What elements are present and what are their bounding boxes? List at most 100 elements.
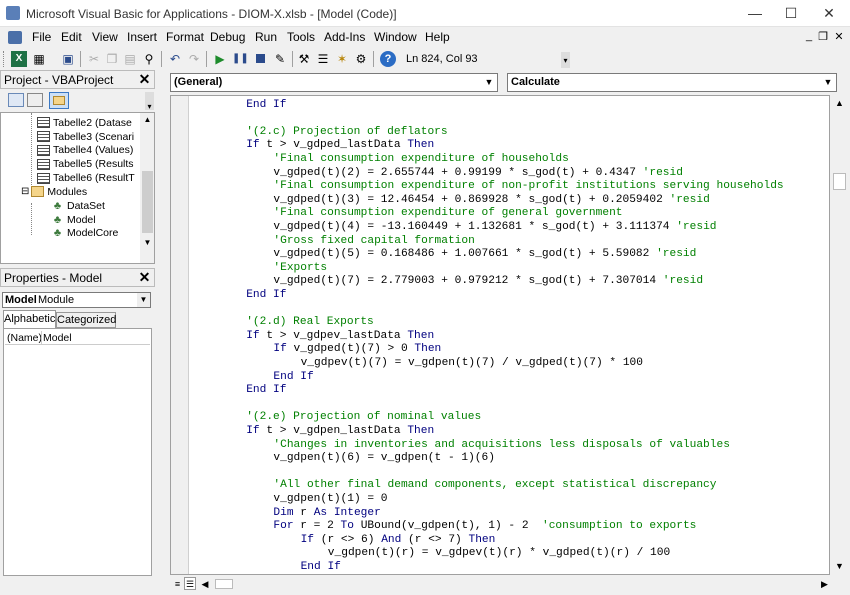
menu-run[interactable]: Run bbox=[255, 30, 277, 44]
code-vertical-scrollbar[interactable]: ▲ ▼ bbox=[831, 95, 848, 575]
scroll-down-icon[interactable]: ▼ bbox=[140, 236, 154, 250]
object-combo[interactable]: (General) ▼ bbox=[170, 73, 498, 92]
tree-item-tabelle3[interactable]: Tabelle3 (Scenari bbox=[37, 130, 135, 144]
find-icon[interactable]: ⚲ bbox=[141, 51, 157, 67]
tree-item-model[interactable]: ♣ Model bbox=[51, 213, 118, 227]
menu-add-ins[interactable]: Add-Ins bbox=[324, 30, 365, 44]
code-keyword: To bbox=[340, 520, 361, 533]
insert-userform-icon[interactable]: ▦ bbox=[31, 51, 47, 67]
menu-debug[interactable]: Debug bbox=[210, 30, 245, 44]
toolbar-overflow-icon[interactable]: ▾ bbox=[561, 52, 570, 68]
code-text: v_gdped(t)(5) = 0.168486 + 1.007661 * s_… bbox=[273, 248, 657, 261]
scroll-left-icon[interactable]: ◀ bbox=[198, 576, 212, 592]
object-browser-icon[interactable]: ✶ bbox=[334, 51, 350, 67]
close-window-button[interactable]: ✕ bbox=[810, 0, 848, 27]
full-module-view-icon[interactable]: ☰ bbox=[184, 577, 196, 590]
toolbar-separator bbox=[80, 51, 81, 67]
properties-window-icon[interactable]: ☰ bbox=[315, 51, 331, 67]
tree-item-dataset[interactable]: ♣ DataSet bbox=[51, 199, 118, 213]
maximize-button[interactable]: ☐ bbox=[772, 0, 810, 27]
design-mode-icon[interactable]: ✎ bbox=[272, 51, 288, 67]
menu-view[interactable]: View bbox=[92, 30, 118, 44]
view-object-icon[interactable] bbox=[27, 93, 43, 107]
pane-toolbar-scroll[interactable]: ▾ bbox=[145, 92, 154, 111]
scroll-thumb[interactable] bbox=[215, 579, 233, 589]
property-key: (Name) bbox=[7, 332, 43, 344]
scroll-thumb[interactable] bbox=[142, 171, 153, 233]
margin-indicator-bar[interactable] bbox=[171, 96, 189, 574]
menu-format[interactable]: Format bbox=[166, 30, 204, 44]
collapse-icon[interactable]: ⊟ bbox=[21, 186, 29, 197]
scroll-right-icon[interactable]: ▶ bbox=[818, 576, 831, 592]
view-excel-icon[interactable]: X bbox=[11, 51, 27, 67]
code-line: End If bbox=[246, 289, 286, 303]
break-icon[interactable]: ❚❚ bbox=[232, 51, 249, 67]
code-line: Dim r As Integer bbox=[273, 507, 380, 521]
mdi-restore-button[interactable]: ❐ bbox=[816, 30, 830, 43]
cut-icon[interactable]: ✂ bbox=[86, 51, 102, 67]
project-explorer-icon[interactable]: ⚒ bbox=[296, 51, 312, 67]
code-editor[interactable]: End If '(2.c) Projection of deflators If t… bbox=[170, 95, 830, 575]
reset-icon[interactable] bbox=[252, 51, 268, 67]
mdi-minimize-button[interactable]: _ bbox=[802, 30, 816, 42]
menu-insert[interactable]: Insert bbox=[127, 30, 157, 44]
tree-item-tabelle2[interactable]: Tabelle2 (Datase bbox=[37, 116, 135, 130]
project-pane-close-button[interactable]: ✕ bbox=[136, 71, 153, 88]
menu-file[interactable]: File bbox=[32, 30, 51, 44]
chevron-down-icon[interactable]: ▼ bbox=[481, 74, 497, 91]
scroll-up-icon[interactable]: ▲ bbox=[831, 95, 848, 112]
code-horizontal-scrollbar[interactable]: ≡ ☰ ◀ ▶ bbox=[170, 576, 831, 592]
size-grip bbox=[831, 576, 848, 592]
code-keyword: End If bbox=[246, 384, 287, 397]
save-icon[interactable]: ▣ bbox=[60, 51, 76, 67]
view-code-icon[interactable] bbox=[8, 93, 24, 107]
object-combo-value: (General) bbox=[174, 76, 223, 88]
properties-object-combo[interactable]: Model Module ▼ bbox=[2, 292, 151, 308]
menu-window[interactable]: Window bbox=[374, 30, 417, 44]
run-icon[interactable]: ▶ bbox=[212, 51, 228, 67]
code-keyword: Then bbox=[414, 343, 442, 356]
tree-modules-node[interactable]: ⊟ Modules bbox=[21, 185, 87, 199]
undo-icon[interactable]: ↶ bbox=[167, 51, 183, 67]
code-line: For r = 2 To UBound(v_gdpen(t), 1) - 2 '… bbox=[273, 520, 696, 534]
code-line: 'All other final demand components, exce… bbox=[273, 479, 716, 493]
code-keyword: Then bbox=[407, 139, 435, 152]
properties-pane-close-button[interactable]: ✕ bbox=[136, 269, 153, 286]
help-icon[interactable]: ? bbox=[380, 51, 396, 67]
scroll-thumb[interactable] bbox=[833, 173, 846, 190]
menu-help[interactable]: Help bbox=[425, 30, 450, 44]
scroll-down-icon[interactable]: ▼ bbox=[831, 558, 848, 575]
menu-tools[interactable]: Tools bbox=[287, 30, 315, 44]
chevron-down-icon[interactable]: ▼ bbox=[137, 293, 150, 307]
redo-icon[interactable]: ↷ bbox=[186, 51, 202, 67]
code-comment: 'resid bbox=[642, 166, 683, 179]
code-keyword: End If bbox=[246, 288, 287, 301]
copy-icon[interactable]: ❐ bbox=[104, 51, 120, 67]
minimize-button[interactable]: — bbox=[736, 0, 774, 27]
scroll-up-icon[interactable]: ▲ bbox=[140, 113, 154, 127]
tab-categorized[interactable]: Categorized bbox=[56, 312, 116, 328]
tab-alphabetic[interactable]: Alphabetic bbox=[3, 310, 56, 328]
toolbox-icon[interactable]: ⚙ bbox=[353, 51, 369, 67]
tree-item-tabelle5[interactable]: Tabelle5 (Results bbox=[37, 157, 135, 171]
mdi-close-button[interactable]: ✕ bbox=[832, 30, 846, 43]
toggle-folders-icon[interactable] bbox=[49, 92, 69, 109]
tree-lines bbox=[31, 113, 32, 191]
paste-icon[interactable]: ▤ bbox=[122, 51, 138, 67]
code-keyword: If bbox=[246, 139, 267, 152]
module-icon: ♣ bbox=[53, 213, 62, 226]
tree-item-tabelle4[interactable]: Tabelle4 (Values) bbox=[37, 144, 135, 158]
code-line: v_gdpen(t)(6) = v_gdpen(t - 1)(6) bbox=[273, 452, 495, 466]
property-row-name[interactable]: (Name) Model bbox=[5, 331, 150, 345]
code-keyword: Dim bbox=[273, 506, 301, 519]
procedure-combo[interactable]: Calculate ▼ bbox=[507, 73, 837, 92]
tree-item-modelcore[interactable]: ♣ ModelCore bbox=[51, 227, 118, 241]
code-text: (r <> 6) bbox=[320, 533, 382, 546]
project-tree-scrollbar[interactable]: ▲ ▼ bbox=[140, 113, 154, 263]
procedure-view-icon[interactable]: ≡ bbox=[172, 578, 183, 590]
code-keyword: And bbox=[381, 533, 409, 546]
menu-edit[interactable]: Edit bbox=[61, 30, 82, 44]
code-line: End If bbox=[246, 99, 286, 113]
tree-item-tabelle6[interactable]: Tabelle6 (ResultT bbox=[37, 171, 135, 185]
chevron-down-icon[interactable]: ▼ bbox=[820, 74, 836, 91]
